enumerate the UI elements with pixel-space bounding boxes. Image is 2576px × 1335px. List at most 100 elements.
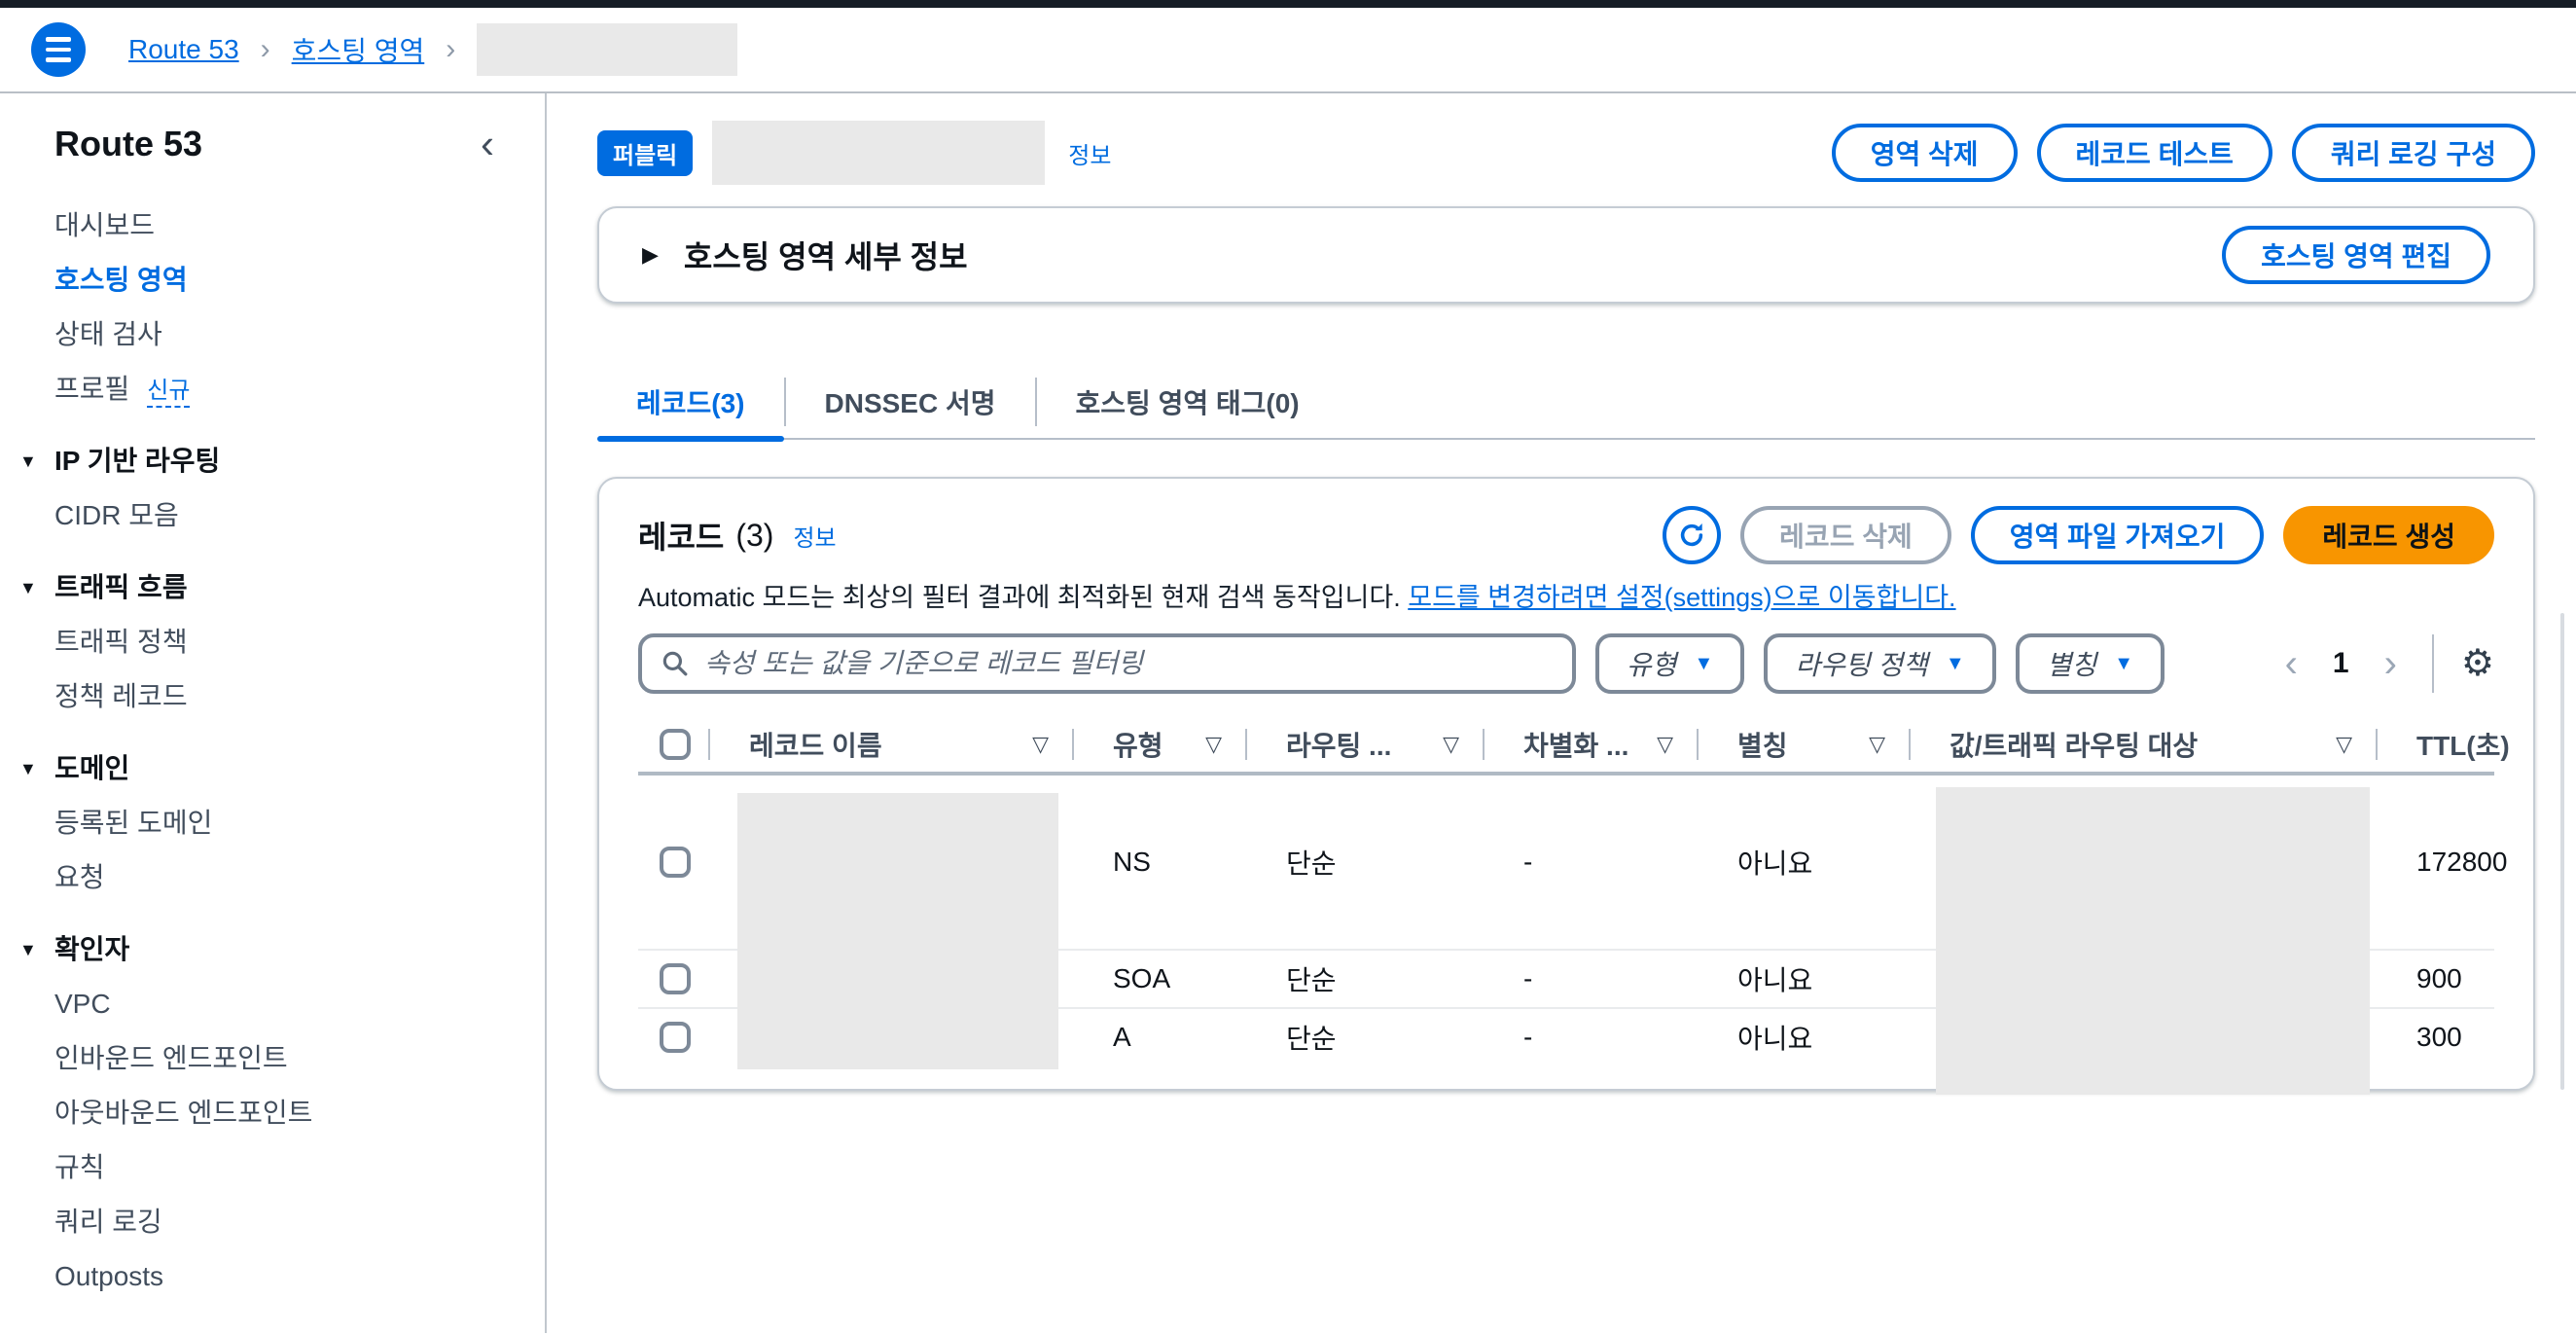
row-checkbox[interactable]	[660, 847, 691, 878]
sidebar-item-cidr-collections[interactable]: CIDR 모음	[0, 488, 545, 543]
page-header: 퍼블릭 정보 영역 삭제 레코드 테스트 쿼리 로깅 구성	[597, 121, 2535, 185]
current-page[interactable]: 1	[2333, 647, 2349, 680]
sidebar-item-health-checks[interactable]: 상태 검사	[0, 307, 545, 362]
caret-down-icon: ▼	[19, 434, 54, 488]
expand-icon[interactable]: ▶	[642, 242, 659, 268]
records-info-link[interactable]: 정보	[793, 519, 836, 553]
caret-down-icon: ▼	[1946, 653, 1965, 675]
column-differentiator[interactable]: 차별화 ...▽	[1485, 717, 1699, 772]
column-record-name[interactable]: 레코드 이름▽	[710, 717, 1074, 772]
new-badge: 신규	[147, 378, 190, 408]
table-header: 레코드 이름▽ 유형▽ 라우팅 ...▽ 차별화 ...▽ 별칭▽ 값/트래픽 …	[638, 717, 2494, 776]
select-all-checkbox[interactable]	[660, 729, 691, 760]
hosted-zone-details-panel: ▶ 호스팅 영역 세부 정보 호스팅 영역 편집	[597, 206, 2535, 304]
cell-differentiator: -	[1485, 1009, 1699, 1065]
filter-toolbar: 유형▼ 라우팅 정책▼ 별칭▼ ‹ 1 › ⚙	[638, 633, 2494, 694]
sidebar-section-traffic-flow[interactable]: ▼트래픽 흐름	[0, 560, 545, 615]
sidebar-item-query-logging[interactable]: 쿼리 로깅	[0, 1195, 545, 1249]
sidebar-item-outbound-endpoints[interactable]: 아웃바운드 엔드포인트	[0, 1086, 545, 1140]
sidebar-title: Route 53	[54, 124, 202, 164]
row-checkbox[interactable]	[660, 1022, 691, 1053]
delete-record-button[interactable]: 레코드 삭제	[1740, 506, 1951, 564]
cell-ttl: 172800	[2378, 776, 2507, 949]
caret-down-icon: ▼	[1695, 653, 1714, 675]
column-value[interactable]: 값/트래픽 라우팅 대상▽	[1911, 717, 2378, 772]
column-type[interactable]: 유형▽	[1074, 717, 1247, 772]
alias-filter-dropdown[interactable]: 별칭▼	[2016, 633, 2165, 694]
sidebar-item-inbound-endpoints[interactable]: 인바운드 엔드포인트	[0, 1031, 545, 1086]
sidebar-item-dashboard[interactable]: 대시보드	[0, 198, 545, 253]
zone-info-link[interactable]: 정보	[1068, 136, 1111, 170]
sort-icon[interactable]: ▽	[1443, 732, 1459, 757]
sidebar-item-outposts[interactable]: Outposts	[0, 1249, 545, 1304]
edit-hosted-zone-button[interactable]: 호스팅 영역 편집	[2222, 226, 2490, 284]
tab-dnssec[interactable]: DNSSEC 서명	[786, 366, 1035, 438]
column-ttl[interactable]: TTL(초)	[2378, 717, 2510, 772]
type-filter-dropdown[interactable]: 유형▼	[1595, 633, 1744, 694]
search-input[interactable]	[704, 648, 1553, 679]
sidebar-item-traffic-policies[interactable]: 트래픽 정책	[0, 615, 545, 669]
refresh-button[interactable]	[1663, 506, 1721, 564]
public-badge: 퍼블릭	[597, 130, 693, 176]
sidebar-item-vpc[interactable]: VPC	[0, 977, 545, 1031]
sidebar-item-requests[interactable]: 요청	[0, 850, 545, 905]
records-panel: 레코드 (3) 정보 레코드 삭제 영역 파일 가져오기 레코드 생성 Auto…	[597, 477, 2535, 1091]
search-icon	[662, 650, 689, 677]
caret-down-icon: ▼	[19, 741, 54, 796]
menu-icon[interactable]	[31, 22, 86, 77]
cell-type: NS	[1074, 776, 1247, 949]
cell-differentiator: -	[1485, 776, 1699, 949]
sidebar-nav: 대시보드 호스팅 영역 상태 검사 프로필신규 ▼IP 기반 라우팅 CIDR …	[0, 198, 545, 1304]
sidebar-item-profiles[interactable]: 프로필신규	[0, 362, 545, 416]
routing-policy-filter-dropdown[interactable]: 라우팅 정책▼	[1764, 633, 1995, 694]
records-table: 레코드 이름▽ 유형▽ 라우팅 ...▽ 차별화 ...▽ 별칭▽ 값/트래픽 …	[638, 717, 2494, 1065]
delete-zone-button[interactable]: 영역 삭제	[1832, 124, 2018, 182]
cell-alias: 아니요	[1699, 1009, 1911, 1065]
breadcrumb-zone-name-redacted	[477, 23, 737, 76]
table-body: NS 단순 - 아니요 172800 SOA	[638, 776, 2494, 1065]
sidebar-section-ip-routing[interactable]: ▼IP 기반 라우팅	[0, 434, 545, 488]
sidebar-section-domains[interactable]: ▼도메인	[0, 741, 545, 796]
sidebar-collapse-icon[interactable]: ‹	[481, 125, 494, 163]
sort-icon[interactable]: ▽	[1657, 732, 1673, 757]
next-page-icon[interactable]: ›	[2377, 642, 2405, 686]
sort-icon[interactable]: ▽	[1032, 732, 1049, 757]
gear-icon[interactable]: ⚙	[2461, 645, 2494, 682]
column-routing-policy[interactable]: 라우팅 ...▽	[1247, 717, 1485, 772]
records-title: 레코드	[638, 513, 724, 558]
caret-down-icon: ▼	[19, 560, 54, 615]
tab-zone-tags[interactable]: 호스팅 영역 태그(0)	[1037, 366, 1339, 438]
caret-down-icon: ▼	[19, 922, 54, 977]
sidebar-item-policy-records[interactable]: 정책 레코드	[0, 669, 545, 724]
breadcrumb-bar: Route 53 › 호스팅 영역 ›	[0, 8, 2576, 93]
tab-records[interactable]: 레코드(3)	[597, 366, 784, 438]
cell-type: SOA	[1074, 951, 1247, 1007]
cell-type: A	[1074, 1009, 1247, 1065]
sidebar-item-rules[interactable]: 규칙	[0, 1140, 545, 1195]
configure-query-logging-button[interactable]: 쿼리 로깅 구성	[2292, 124, 2535, 182]
details-panel-title[interactable]: 호스팅 영역 세부 정보	[684, 233, 968, 277]
pagination: ‹ 1 › ⚙	[2277, 634, 2494, 693]
sort-icon[interactable]: ▽	[1205, 732, 1222, 757]
column-alias[interactable]: 별칭▽	[1699, 717, 1911, 772]
previous-page-icon[interactable]: ‹	[2277, 642, 2306, 686]
breadcrumb-hosted-zones[interactable]: 호스팅 영역	[292, 30, 425, 69]
record-filter-search[interactable]	[638, 633, 1576, 694]
cell-routing: 단순	[1247, 1009, 1485, 1065]
import-zone-file-button[interactable]: 영역 파일 가져오기	[1971, 506, 2265, 564]
cell-alias: 아니요	[1699, 951, 1911, 1007]
create-record-button[interactable]: 레코드 생성	[2283, 506, 2494, 564]
sort-icon[interactable]: ▽	[1869, 732, 1885, 757]
breadcrumb-route53[interactable]: Route 53	[128, 34, 239, 65]
test-record-button[interactable]: 레코드 테스트	[2037, 124, 2272, 182]
sidebar-item-registered-domains[interactable]: 등록된 도메인	[0, 796, 545, 850]
sidebar-item-hosted-zones[interactable]: 호스팅 영역	[0, 253, 545, 307]
sort-icon[interactable]: ▽	[2336, 732, 2352, 757]
chevron-right-icon: ›	[446, 33, 455, 66]
chevron-right-icon: ›	[261, 33, 270, 66]
scrollbar[interactable]	[2560, 613, 2564, 1090]
row-checkbox[interactable]	[660, 963, 691, 994]
settings-link[interactable]: 모드를 변경하려면 설정(settings)으로 이동합니다.	[1408, 583, 1955, 612]
window-top-edge	[0, 0, 2576, 8]
sidebar-section-resolver[interactable]: ▼확인자	[0, 922, 545, 977]
